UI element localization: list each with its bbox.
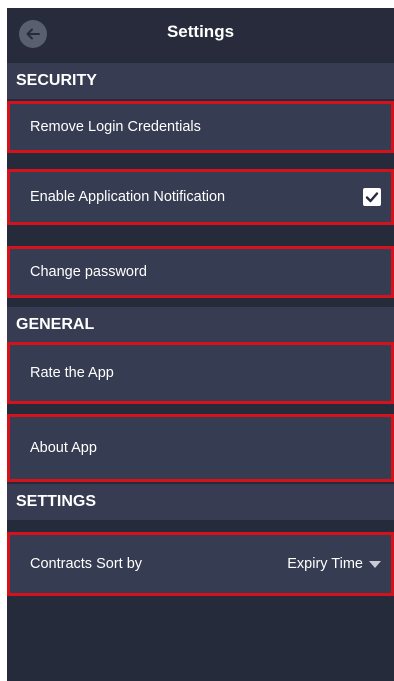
section-header-general: GENERAL xyxy=(7,307,394,343)
sort-value: Expiry Time xyxy=(287,556,363,572)
contracts-sort-label: Contracts Sort by xyxy=(30,556,143,572)
app-header: Settings xyxy=(7,8,394,58)
remove-login-credentials-row[interactable]: Remove Login Credentials xyxy=(7,101,394,153)
notification-checkbox[interactable] xyxy=(363,188,381,206)
change-password-row[interactable]: Change password xyxy=(7,246,394,298)
page-title: Settings xyxy=(166,22,235,41)
enable-notification-row[interactable]: Enable Application Notification xyxy=(7,169,394,225)
about-app-label: About App xyxy=(30,440,97,456)
change-password-label: Change password xyxy=(30,264,147,280)
rate-app-label: Rate the App xyxy=(30,365,114,381)
enable-notification-label: Enable Application Notification xyxy=(30,189,226,205)
chevron-down-icon xyxy=(369,560,381,568)
section-header-security: SECURITY xyxy=(7,63,394,99)
contracts-sort-row[interactable]: Contracts Sort by Expiry Time xyxy=(7,532,394,596)
remove-login-credentials-label: Remove Login Credentials xyxy=(30,119,201,135)
notification-toggle-wrapper xyxy=(363,188,381,206)
about-app-row[interactable]: About App xyxy=(7,414,394,482)
settings-screen: Settings SECURITY Remove Login Credentia… xyxy=(7,8,394,681)
checkmark-icon xyxy=(365,192,379,203)
sort-dropdown[interactable]: Expiry Time xyxy=(287,556,381,572)
section-header-settings: SETTINGS xyxy=(7,484,394,520)
rate-app-row[interactable]: Rate the App xyxy=(7,342,394,404)
